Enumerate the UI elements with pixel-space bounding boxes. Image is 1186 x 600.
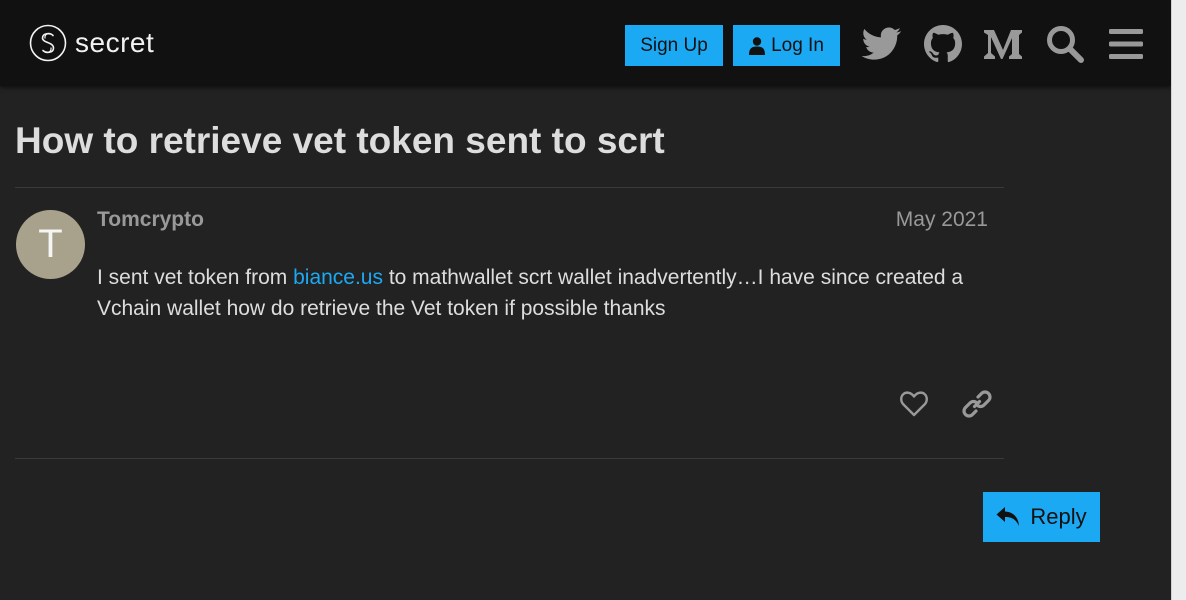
reply-arrow-icon [996, 507, 1020, 526]
site-header: secret Sign Up Log In [0, 0, 1171, 86]
sign-up-label: Sign Up [640, 34, 708, 56]
search-icon[interactable] [1044, 23, 1086, 65]
post-date[interactable]: May 2021 [860, 208, 988, 232]
post-link[interactable]: biance.us [293, 266, 383, 289]
post-body: I sent vet token from biance.us to mathw… [97, 262, 992, 324]
reply-label: Reply [1030, 504, 1087, 529]
link-icon[interactable] [959, 386, 995, 422]
reply-button[interactable]: Reply [983, 492, 1100, 542]
avatar-letter: T [38, 222, 63, 266]
twitter-icon[interactable] [861, 23, 903, 65]
topic-title[interactable]: How to retrieve vet token sent to scrt [15, 120, 665, 162]
avatar[interactable]: T [16, 210, 85, 279]
github-icon[interactable] [922, 23, 964, 65]
post-username[interactable]: Tomcrypto [97, 208, 204, 232]
log-in-button[interactable]: Log In [733, 25, 840, 66]
logo-text: secret [75, 27, 155, 58]
site-logo[interactable]: secret [29, 24, 154, 62]
medium-icon[interactable] [982, 23, 1024, 65]
secret-logo-icon [29, 24, 67, 62]
post-text-before-link: I sent vet token from [97, 266, 294, 289]
hamburger-menu-icon[interactable] [1105, 23, 1147, 65]
heart-icon[interactable] [896, 386, 932, 422]
sign-up-button[interactable]: Sign Up [625, 25, 723, 66]
post-divider [15, 458, 1004, 459]
log-in-label: Log In [771, 34, 824, 56]
page-scrollbar[interactable] [1171, 0, 1186, 600]
title-divider [15, 187, 1004, 188]
user-icon [749, 36, 766, 55]
